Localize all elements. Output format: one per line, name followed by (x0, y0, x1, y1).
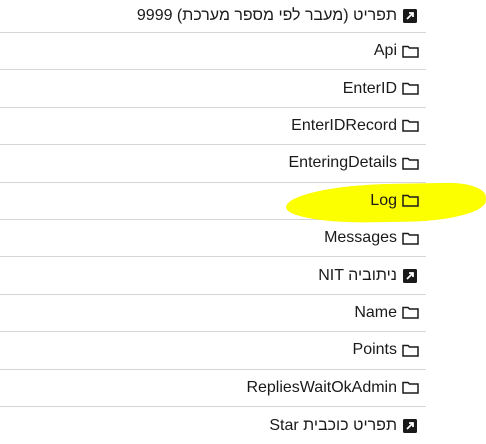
list-item-log[interactable]: Log (0, 183, 426, 220)
list-item-label: Messages (324, 229, 397, 247)
list-item-label: RepliesWaitOkAdmin (246, 378, 397, 396)
list-item-points[interactable]: Points (0, 332, 426, 370)
list-item-label: Log (370, 191, 397, 209)
list-item-label: EnteringDetails (288, 154, 398, 172)
list-item-nit[interactable]: NIT ניתוביה (0, 257, 426, 295)
folder-icon (401, 193, 419, 209)
list-item-enteringdetails[interactable]: EnteringDetails (0, 145, 426, 183)
folder-icon (401, 43, 419, 59)
list-item-star[interactable]: Star תפריט כוכבית (0, 407, 426, 444)
list-item-label: 9999 (מעבר לפי מספר מערכת) תפריט (136, 7, 397, 24)
folder-icon (401, 230, 419, 246)
list-item-api[interactable]: Api (0, 33, 426, 71)
list-item-messages[interactable]: Messages (0, 220, 426, 258)
folder-icon (401, 155, 419, 171)
folder-icon (401, 81, 419, 97)
list-item-enteridrecord[interactable]: EnterIDRecord (0, 108, 426, 146)
list-item-label: Name (354, 303, 397, 321)
folder-icon (401, 380, 419, 396)
folder-icon (401, 305, 419, 321)
list-item-label: EnterID (342, 79, 397, 97)
file-list: 9999 (מעבר לפי מספר מערכת) תפריט Api Ent… (0, 0, 426, 444)
list-item-label: NIT ניתוביה (318, 266, 397, 284)
external-link-icon (401, 418, 419, 434)
list-item-9999-menu[interactable]: 9999 (מעבר לפי מספר מערכת) תפריט (0, 0, 426, 33)
list-item-enterid[interactable]: EnterID (0, 70, 426, 108)
folder-icon (401, 118, 419, 134)
external-link-icon (401, 268, 419, 284)
list-item-label: EnterIDRecord (291, 116, 397, 134)
external-link-icon (401, 8, 419, 24)
list-item-label: Points (352, 341, 397, 359)
list-item-label: Star תפריט כוכבית (269, 416, 397, 434)
list-item-label: Api (373, 42, 397, 60)
list-item-name[interactable]: Name (0, 295, 426, 333)
list-item-replieswaitokadmin[interactable]: RepliesWaitOkAdmin (0, 370, 426, 407)
folder-icon (401, 342, 419, 358)
